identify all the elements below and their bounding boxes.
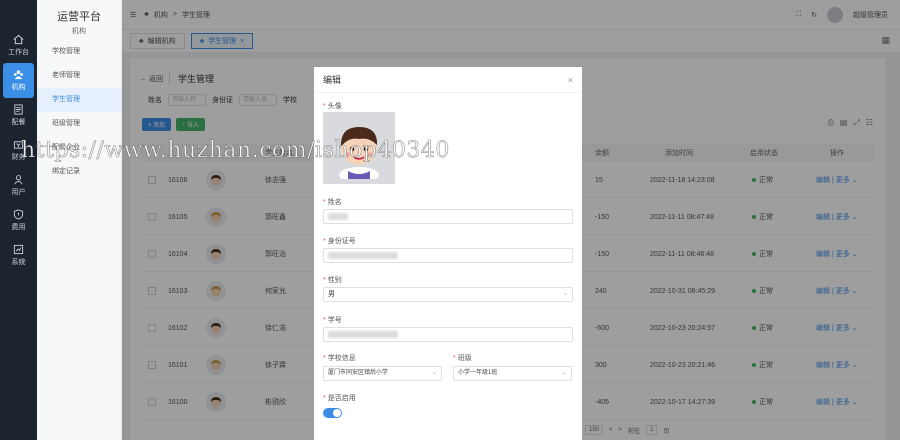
rail-label: 系统	[11, 259, 26, 266]
dialog-title: 编辑	[323, 75, 342, 85]
chevron-down-icon: ⌄	[431, 370, 437, 376]
enabled-label: * 是否启用	[323, 395, 356, 402]
rail-label: 工作台	[8, 49, 29, 56]
edit-dialog: 编辑 × * 头像 * 姓名 * 身份证号 * 性别 男 ⌄ * 学号 * 学校信息 * 班级 …	[314, 67, 582, 440]
class-label: * 班级	[453, 355, 472, 362]
brand: 运营平台 机构	[37, 0, 121, 40]
class-select[interactable]: 小学一年级1班 ⌄	[453, 366, 572, 381]
rail-label: 配餐	[11, 119, 26, 126]
menu-item-class[interactable]: 班级管理	[37, 112, 121, 136]
school-value: 厦门市同安区镇后小学	[328, 370, 389, 376]
rail-item-workbench[interactable]: 工作台	[0, 28, 37, 63]
school-select[interactable]: 厦门市同安区镇后小学 ⌄	[323, 366, 442, 381]
menu-item-teacher[interactable]: 老师管理	[37, 64, 121, 88]
chevron-down-icon: ⌄	[561, 370, 567, 376]
rail-label: 用户	[11, 189, 26, 196]
watermark: https://www.huzhan.com/ishop40340	[21, 138, 450, 164]
student-no-input[interactable]	[323, 327, 573, 342]
menu-item-student[interactable]: 学生管理	[37, 88, 121, 112]
side-menu: 运营平台 机构 学校管理 老师管理 学生管理 班级管理 配餐企业 绑定记录	[37, 0, 122, 440]
user-icon	[14, 175, 23, 185]
close-icon[interactable]: ×	[568, 75, 573, 85]
rail-item-org[interactable]: 机构	[3, 63, 34, 98]
icon-rail: 工作台 机构 配餐 财务 用户 费用 系统	[0, 0, 37, 440]
menu-item-binding[interactable]: 绑定记录	[37, 160, 121, 184]
home-icon	[13, 34, 24, 45]
rail-item-meal[interactable]: 配餐	[0, 98, 37, 133]
id-number-input[interactable]	[323, 248, 573, 263]
enabled-toggle[interactable]	[323, 408, 342, 418]
gender-value: 男	[328, 291, 335, 298]
org-icon	[13, 70, 24, 80]
rail-label: 机构	[11, 84, 26, 91]
name-input[interactable]	[323, 209, 573, 224]
rail-item-user[interactable]: 用户	[0, 168, 37, 203]
doc-icon	[14, 104, 23, 115]
gender-select[interactable]: 男 ⌄	[323, 287, 573, 302]
name-label: * 姓名	[323, 199, 342, 206]
dialog-header: 编辑 ×	[314, 67, 582, 93]
rail-label: 费用	[11, 224, 26, 231]
school-label: * 学校信息	[323, 355, 356, 362]
rail-item-fee[interactable]: 费用	[0, 203, 37, 238]
student-no-label: * 学号	[323, 317, 342, 324]
chevron-down-icon: ⌄	[562, 291, 568, 297]
class-value: 小学一年级1班	[458, 370, 498, 376]
id-label: * 身份证号	[323, 238, 356, 245]
rail-item-system[interactable]: 系统	[0, 238, 37, 273]
brand-title: 运营平台	[57, 11, 101, 23]
gender-label: * 性别	[323, 277, 342, 284]
shield-icon	[13, 209, 24, 220]
settings-icon	[13, 244, 24, 255]
avatar-label: * 头像	[323, 103, 342, 110]
menu-item-school[interactable]: 学校管理	[37, 40, 121, 64]
brand-subtitle: 机构	[72, 28, 86, 35]
